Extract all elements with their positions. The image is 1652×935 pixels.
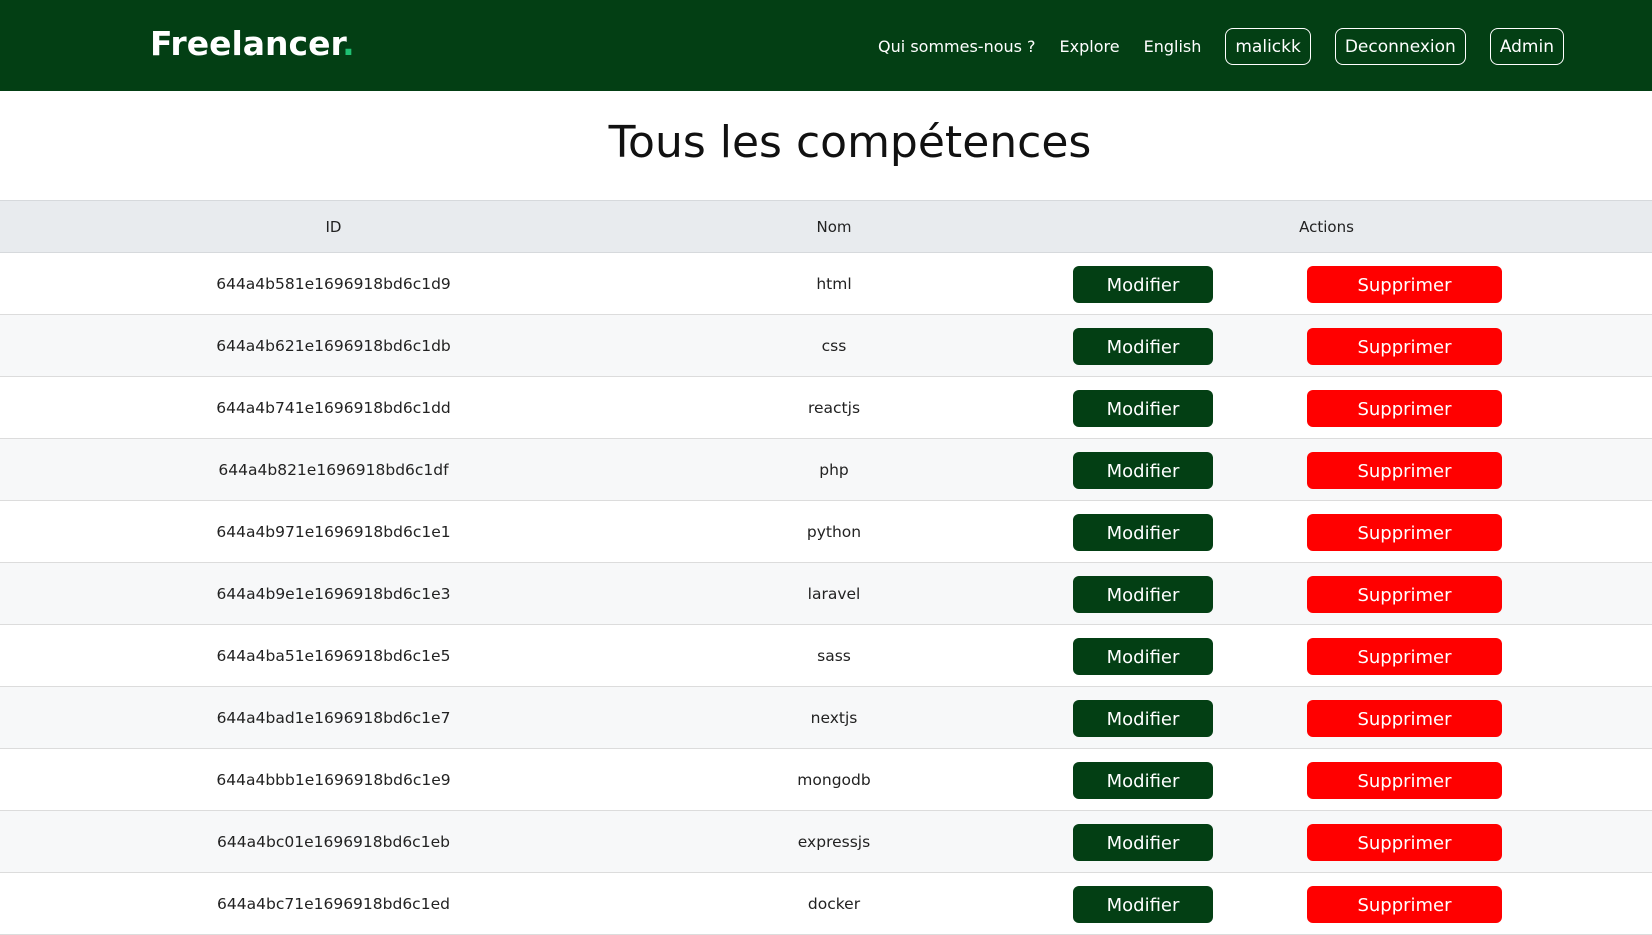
cell-actions: Modifier Supprimer — [1001, 624, 1652, 687]
column-header-id: ID — [0, 200, 667, 253]
nav-link-about[interactable]: Qui sommes-nous ? — [878, 37, 1036, 56]
cell-actions: Modifier Supprimer — [1001, 748, 1652, 811]
cell-id: 644a4b821e1696918bd6c1df — [0, 438, 667, 501]
cell-actions: Modifier Supprimer — [1001, 810, 1652, 873]
cell-id: 644a4b621e1696918bd6c1db — [0, 314, 667, 377]
cell-id: 644a4ba51e1696918bd6c1e5 — [0, 624, 667, 687]
table-row: 644a4b581e1696918bd6c1d9 html Modifier Supp… — [0, 252, 1652, 315]
cell-actions: Modifier Supprimer — [1001, 314, 1652, 377]
cell-actions: Modifier Supprimer — [1001, 686, 1652, 749]
table-row: 644a4b821e1696918bd6c1df php Modifier Suppr… — [0, 438, 1652, 501]
cell-name: docker — [667, 872, 1001, 935]
table-row: 644a4ba51e1696918bd6c1e5 sass Modifier Supp… — [0, 624, 1652, 687]
table-row: 644a4b9e1e1696918bd6c1e3 laravel Modifier S… — [0, 562, 1652, 625]
edit-button[interactable]: Modifier — [1073, 762, 1213, 799]
cell-id: 644a4bc71e1696918bd6c1ed — [0, 872, 667, 935]
column-header-actions: Actions — [1001, 200, 1652, 253]
cell-actions: Modifier Supprimer — [1001, 562, 1652, 625]
cell-id: 644a4bbb1e1696918bd6c1e9 — [0, 748, 667, 811]
cell-name: reactjs — [667, 376, 1001, 439]
cell-actions: Modifier Supprimer — [1001, 872, 1652, 935]
table-body: 644a4b581e1696918bd6c1d9 html Modifier Supp… — [0, 252, 1652, 935]
cell-id: 644a4b971e1696918bd6c1e1 — [0, 500, 667, 563]
column-header-name: Nom — [667, 200, 1001, 253]
delete-button[interactable]: Supprimer — [1307, 514, 1502, 551]
cell-id: 644a4b741e1696918bd6c1dd — [0, 376, 667, 439]
table-row: 644a4bad1e1696918bd6c1e7 nextjs Modifier Su… — [0, 686, 1652, 749]
brand-name: Freelancer — [150, 24, 343, 63]
delete-button[interactable]: Supprimer — [1307, 638, 1502, 675]
cell-name: laravel — [667, 562, 1001, 625]
cell-id: 644a4bc01e1696918bd6c1eb — [0, 810, 667, 873]
edit-button[interactable]: Modifier — [1073, 700, 1213, 737]
logout-button[interactable]: Deconnexion — [1334, 27, 1466, 65]
cell-name: nextjs — [667, 686, 1001, 749]
brand-dot: . — [342, 24, 355, 63]
cell-name: css — [667, 314, 1001, 377]
table-row: 644a4bc01e1696918bd6c1eb expressjs Modifie… — [0, 810, 1652, 873]
cell-name: python — [667, 500, 1001, 563]
cell-actions: Modifier Supprimer — [1001, 500, 1652, 563]
cell-name: php — [667, 438, 1001, 501]
top-navbar: Freelancer. Qui sommes-nous ? Explore En… — [0, 0, 1652, 91]
cell-id: 644a4b581e1696918bd6c1d9 — [0, 252, 667, 315]
cell-id: 644a4b9e1e1696918bd6c1e3 — [0, 562, 667, 625]
table-row: 644a4b621e1696918bd6c1db css Modifier Suppr… — [0, 314, 1652, 377]
edit-button[interactable]: Modifier — [1073, 266, 1213, 303]
admin-button[interactable]: Admin — [1489, 27, 1564, 65]
cell-actions: Modifier Supprimer — [1001, 252, 1652, 315]
table-row: 644a4bc71e1696918bd6c1ed docker Modifier Su… — [0, 872, 1652, 935]
skills-table: ID Nom Actions 644a4b581e1696918bd6c1d9 h… — [0, 200, 1652, 935]
delete-button[interactable]: Supprimer — [1307, 328, 1502, 365]
cell-id: 644a4bad1e1696918bd6c1e7 — [0, 686, 667, 749]
nav-link-explore[interactable]: Explore — [1060, 37, 1120, 56]
delete-button[interactable]: Supprimer — [1307, 390, 1502, 427]
edit-button[interactable]: Modifier — [1073, 514, 1213, 551]
table-header-row: ID Nom Actions — [0, 200, 1652, 253]
edit-button[interactable]: Modifier — [1073, 390, 1213, 427]
nav-link-language[interactable]: English — [1144, 37, 1202, 56]
table-row: 644a4bbb1e1696918bd6c1e9 mongodb Modifier S… — [0, 748, 1652, 811]
nav-links: Qui sommes-nous ? Explore English malick… — [878, 26, 1564, 66]
edit-button[interactable]: Modifier — [1073, 638, 1213, 675]
table-row: 644a4b971e1696918bd6c1e1 python Modifier Su… — [0, 500, 1652, 563]
edit-button[interactable]: Modifier — [1073, 576, 1213, 613]
edit-button[interactable]: Modifier — [1073, 328, 1213, 365]
cell-name: sass — [667, 624, 1001, 687]
page-title: Tous les compétences — [608, 117, 1092, 168]
delete-button[interactable]: Supprimer — [1307, 576, 1502, 613]
delete-button[interactable]: Supprimer — [1307, 452, 1502, 489]
delete-button[interactable]: Supprimer — [1307, 266, 1502, 303]
brand-logo[interactable]: Freelancer. — [150, 24, 355, 64]
delete-button[interactable]: Supprimer — [1307, 886, 1502, 923]
edit-button[interactable]: Modifier — [1073, 824, 1213, 861]
edit-button[interactable]: Modifier — [1073, 886, 1213, 923]
cell-name: mongodb — [667, 748, 1001, 811]
cell-name: expressjs — [667, 810, 1001, 873]
user-profile-button[interactable]: malickk — [1225, 27, 1311, 65]
delete-button[interactable]: Supprimer — [1307, 824, 1502, 861]
table-row: 644a4b741e1696918bd6c1dd reactjs Modifier S… — [0, 376, 1652, 439]
cell-actions: Modifier Supprimer — [1001, 438, 1652, 501]
edit-button[interactable]: Modifier — [1073, 452, 1213, 489]
delete-button[interactable]: Supprimer — [1307, 700, 1502, 737]
delete-button[interactable]: Supprimer — [1307, 762, 1502, 799]
cell-actions: Modifier Supprimer — [1001, 376, 1652, 439]
cell-name: html — [667, 252, 1001, 315]
